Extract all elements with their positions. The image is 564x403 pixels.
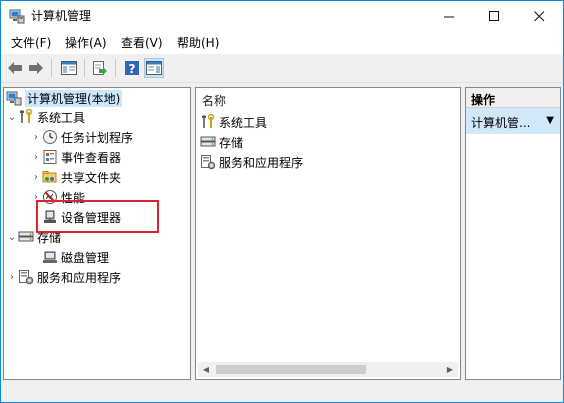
chevron-down-icon[interactable]: ⌄ bbox=[6, 112, 18, 123]
close-icon bbox=[534, 11, 545, 22]
help-button[interactable]: ? bbox=[122, 58, 142, 78]
tree-item-label: 计算机管理(本地) bbox=[25, 89, 123, 107]
export-list-button[interactable] bbox=[90, 58, 110, 78]
event-viewer-icon bbox=[42, 149, 58, 165]
svg-text:?: ? bbox=[129, 62, 136, 76]
tree-item-label: 系统工具 bbox=[37, 110, 86, 125]
toolbar-separator bbox=[84, 59, 85, 77]
show-hide-tree-button[interactable] bbox=[59, 58, 79, 78]
actions-item-label: 计算机管... bbox=[471, 116, 531, 130]
computer-management-window: 计算机管理 文件(F) 操作(A) 查看(V) 帮助(H) ? 计算机管理(本地… bbox=[0, 0, 564, 403]
list-item-services-applications[interactable]: 服务和应用程序 bbox=[200, 152, 303, 172]
minimize-button[interactable] bbox=[427, 1, 472, 32]
tree-item-label: 服务和应用程序 bbox=[37, 270, 122, 285]
chevron-down-icon[interactable]: ⌄ bbox=[6, 232, 18, 243]
back-button[interactable] bbox=[5, 58, 25, 78]
maximize-icon bbox=[489, 11, 499, 21]
tree-item-root[interactable]: 计算机管理(本地) bbox=[6, 88, 123, 108]
column-header-name[interactable]: 名称 bbox=[202, 92, 226, 109]
tree-item-disk-management[interactable]: 磁盘管理 bbox=[42, 247, 109, 267]
menu-view[interactable]: 查看(V) bbox=[121, 36, 163, 50]
toolbar: ? bbox=[1, 54, 563, 83]
export-list-icon bbox=[93, 61, 107, 75]
system-tools-icon bbox=[18, 108, 34, 125]
chevron-right-icon[interactable]: › bbox=[6, 272, 18, 283]
tree-item-system-tools[interactable]: ⌄ 系统工具 bbox=[6, 107, 85, 127]
collapse-caret-icon[interactable]: ▼ bbox=[546, 115, 554, 126]
console-tree-pane[interactable]: 计算机管理(本地) ⌄ 系统工具 › 任务计划程序 › 事件查看器 › 共享文件… bbox=[3, 87, 191, 380]
scrollbar-thumb[interactable] bbox=[216, 365, 366, 374]
tree-item-label: 任务计划程序 bbox=[61, 130, 134, 145]
status-bar bbox=[1, 382, 563, 402]
shared-folders-icon bbox=[42, 169, 58, 185]
forward-button[interactable] bbox=[26, 58, 46, 78]
back-arrow-icon bbox=[8, 62, 22, 74]
disk-management-icon bbox=[42, 249, 58, 265]
title-bar[interactable]: 计算机管理 bbox=[1, 1, 563, 32]
actions-computer-management[interactable]: 计算机管... ▼ bbox=[466, 108, 560, 134]
system-tools-icon bbox=[200, 113, 216, 130]
menu-file[interactable]: 文件(F) bbox=[11, 36, 51, 50]
show-hide-action-pane-button[interactable] bbox=[144, 58, 164, 78]
list-item-storage[interactable]: 存储 bbox=[200, 132, 243, 152]
chevron-right-icon[interactable]: › bbox=[30, 132, 42, 143]
highlight-annotation bbox=[36, 200, 159, 233]
services-applications-icon bbox=[18, 269, 34, 285]
storage-icon bbox=[18, 229, 34, 245]
tree-item-shared-folders[interactable]: › 共享文件夹 bbox=[30, 167, 121, 187]
task-scheduler-icon bbox=[42, 129, 58, 145]
forward-arrow-icon bbox=[29, 62, 43, 74]
tree-item-task-scheduler[interactable]: › 任务计划程序 bbox=[30, 127, 133, 147]
list-item-label: 存储 bbox=[219, 135, 244, 150]
menu-help[interactable]: 帮助(H) bbox=[177, 36, 219, 50]
toolbar-separator bbox=[115, 59, 116, 77]
menu-bar: 文件(F) 操作(A) 查看(V) 帮助(H) bbox=[1, 32, 563, 54]
menu-action[interactable]: 操作(A) bbox=[65, 36, 107, 50]
toolbar-separator bbox=[51, 59, 52, 77]
tree-item-services-applications[interactable]: › 服务和应用程序 bbox=[6, 267, 121, 287]
storage-icon bbox=[200, 134, 216, 150]
tree-item-event-viewer[interactable]: › 事件查看器 bbox=[30, 147, 121, 167]
close-button[interactable] bbox=[517, 1, 562, 32]
window-title: 计算机管理 bbox=[31, 9, 92, 23]
tree-item-label: 事件查看器 bbox=[61, 150, 122, 165]
results-pane[interactable]: 名称 系统工具 存储 服务和应用程序 ◀ ▶ bbox=[195, 87, 461, 380]
show-hide-tree-icon bbox=[61, 61, 77, 75]
horizontal-scrollbar[interactable]: ◀ ▶ bbox=[198, 362, 458, 377]
actions-header: 操作 bbox=[466, 88, 560, 108]
list-item-label: 系统工具 bbox=[219, 115, 268, 130]
computer-management-icon bbox=[9, 9, 25, 24]
chevron-right-icon[interactable]: › bbox=[30, 172, 42, 183]
maximize-button[interactable] bbox=[472, 1, 517, 32]
list-item-system-tools[interactable]: 系统工具 bbox=[200, 112, 267, 132]
show-hide-action-pane-icon bbox=[146, 61, 162, 75]
list-item-label: 服务和应用程序 bbox=[219, 155, 304, 170]
actions-pane: 操作 计算机管... ▼ bbox=[465, 87, 561, 380]
minimize-icon bbox=[444, 16, 454, 18]
help-icon: ? bbox=[125, 61, 139, 76]
chevron-right-icon[interactable]: › bbox=[30, 152, 42, 163]
services-applications-icon bbox=[200, 154, 216, 170]
scroll-right-icon[interactable]: ▶ bbox=[442, 362, 458, 377]
computer-management-icon bbox=[6, 90, 22, 106]
tree-item-label: 共享文件夹 bbox=[61, 170, 122, 185]
scroll-left-icon[interactable]: ◀ bbox=[198, 362, 214, 377]
tree-item-label: 磁盘管理 bbox=[61, 250, 110, 265]
